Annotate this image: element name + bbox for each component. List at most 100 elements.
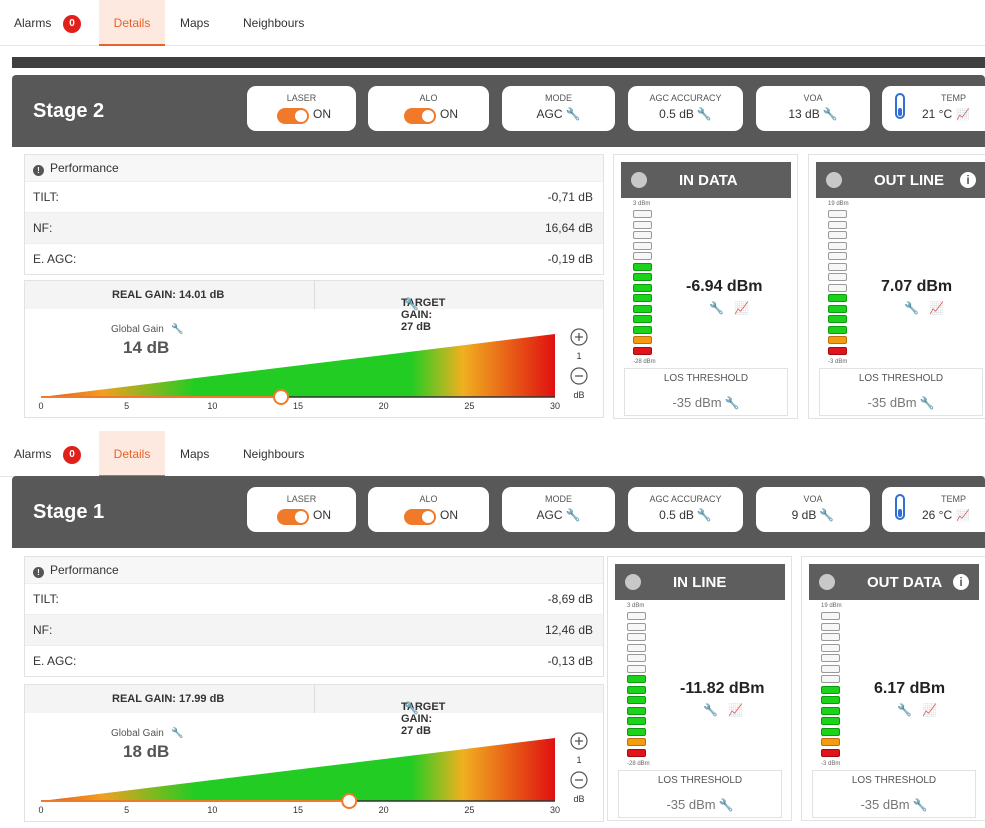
laser-control[interactable]: LASER ON	[247, 86, 356, 131]
tab-maps[interactable]: Maps	[180, 0, 209, 46]
voa-control[interactable]: VOA 13 dB 🔧	[756, 86, 870, 131]
tab-details[interactable]: Details	[99, 0, 165, 46]
meter-header: OUT LINE i	[816, 162, 985, 198]
performance-title: Performance	[50, 563, 119, 577]
los-threshold[interactable]: LOS THRESHOLD -35 dBm 🔧	[618, 770, 782, 818]
alo-control[interactable]: ALO ON	[368, 487, 489, 532]
gain-slider-graphic[interactable]: 0 5 10 15 20 25 30 Global Gain 🔧18 dB 1 dB	[25, 713, 603, 821]
wrench-icon[interactable]: 🔧	[823, 107, 838, 121]
trend-chart-icon[interactable]: 📈	[922, 703, 937, 717]
wrench-icon[interactable]: 🔧	[566, 508, 581, 522]
laser-toggle[interactable]	[277, 509, 309, 525]
temp-control[interactable]: TEMP 26 °C 📈	[882, 487, 985, 532]
level-segment	[821, 717, 840, 725]
trend-chart-icon[interactable]: 📈	[956, 509, 970, 522]
mode-control[interactable]: MODE AGC 🔧	[502, 487, 615, 532]
agc-accuracy-control[interactable]: AGC ACCURACY 0.5 dB 🔧	[628, 86, 743, 131]
tab-neighbours[interactable]: Neighbours	[243, 431, 304, 477]
wrench-icon[interactable]: 🔧	[719, 798, 734, 812]
los-threshold[interactable]: LOS THRESHOLD -35 dBm 🔧	[624, 368, 788, 416]
wrench-icon[interactable]: 🔧	[709, 301, 724, 315]
level-segment	[633, 336, 652, 344]
thermometer-icon	[895, 494, 905, 520]
info-icon[interactable]: i	[953, 574, 969, 590]
level-segment	[627, 654, 646, 662]
wrench-icon[interactable]: 🔧	[819, 508, 834, 522]
stage-title: Stage 1	[33, 501, 105, 523]
meter-top-tick: 3 dBm	[633, 201, 651, 207]
wrench-icon[interactable]: 🔧	[913, 798, 928, 812]
gain-decrease-button[interactable]	[570, 367, 588, 385]
level-segment	[828, 283, 847, 292]
tab-alarms[interactable]: Alarms	[14, 431, 51, 477]
tab-alarms-label: Alarms	[14, 447, 52, 461]
level-segment	[821, 685, 840, 694]
gain-slider-handle[interactable]	[273, 389, 290, 405]
los-threshold-value: -35 dBm	[860, 797, 910, 812]
gain-increase-button[interactable]	[570, 328, 588, 346]
trend-chart-icon[interactable]: 📈	[728, 703, 743, 717]
thermometer-icon	[895, 93, 905, 119]
power-meter: IN LINE 3 dBm -28 dBm -11.82 dBm 🔧 📈 LOS…	[607, 556, 792, 821]
laser-control[interactable]: LASER ON	[247, 487, 356, 532]
tab-alarms[interactable]: Alarms	[14, 0, 51, 46]
wrench-icon[interactable]: 🔧	[566, 107, 581, 121]
gain-increase-button[interactable]	[570, 732, 588, 750]
performance-row-label: TILT:	[33, 592, 59, 606]
stage-header: Stage 1 LASER ON ALO ON MODE AGC 🔧 AGC AC…	[12, 476, 985, 548]
gain-tick-label: 30	[550, 805, 560, 815]
level-segment	[821, 696, 840, 704]
wrench-icon[interactable]: 🔧	[697, 508, 712, 522]
wrench-icon[interactable]: 🔧	[897, 703, 912, 717]
meter-title: OUT LINE	[874, 172, 944, 189]
power-reading: -6.94 dBm	[686, 278, 763, 295]
alarm-count-badge: 0	[63, 15, 81, 33]
mode-label: MODE	[545, 93, 572, 103]
wrench-icon[interactable]: 🔧	[920, 396, 935, 410]
trend-chart-icon[interactable]: 📈	[929, 301, 944, 315]
wrench-icon[interactable]: 🔧	[703, 703, 718, 717]
voa-control[interactable]: VOA 9 dB 🔧	[756, 487, 870, 532]
temp-value: 26 °C	[922, 508, 953, 522]
gain-tick-label: 20	[379, 401, 389, 411]
real-gain: REAL GAIN: 14.01 dB	[112, 289, 225, 301]
wrench-icon[interactable]: 🔧	[697, 107, 712, 121]
alo-toggle[interactable]	[404, 509, 436, 525]
tab-neighbours[interactable]: Neighbours	[243, 0, 304, 46]
power-reading: -11.82 dBm	[680, 680, 765, 697]
agc-accuracy-control[interactable]: AGC ACCURACY 0.5 dB 🔧	[628, 487, 743, 532]
trend-chart-icon[interactable]: 📈	[956, 108, 970, 121]
meter-bottom-tick: -3 dBm	[821, 761, 841, 767]
performance-row: NF: 16,64 dB	[25, 212, 603, 243]
gain-decrease-button[interactable]	[570, 771, 588, 789]
wrench-icon[interactable]: 🔧	[904, 301, 919, 315]
info-icon[interactable]: i	[960, 172, 976, 188]
agc-accuracy-label: AGC ACCURACY	[649, 93, 722, 103]
real-gain: REAL GAIN: 17.99 dB	[112, 693, 225, 705]
wrench-icon[interactable]: 🔧	[171, 322, 183, 335]
performance-title: Performance	[50, 161, 119, 175]
laser-toggle[interactable]	[277, 108, 309, 124]
gain-header: REAL GAIN: 14.01 dB TARGET GAIN: 27 dB 🔧	[25, 281, 603, 333]
wrench-icon[interactable]: 🔧	[725, 396, 740, 410]
gain-slider-handle[interactable]	[341, 793, 358, 809]
trend-chart-icon[interactable]: 📈	[734, 301, 749, 315]
gain-unit: dB	[573, 794, 584, 804]
status-led-icon	[625, 574, 641, 590]
gain-slider-graphic[interactable]: 0 5 10 15 20 25 30 Global Gain 🔧14 dB 1 dB	[25, 309, 603, 417]
los-threshold[interactable]: LOS THRESHOLD -35 dBm 🔧	[819, 368, 983, 416]
level-segment	[633, 231, 652, 239]
gain-tick-label: 15	[293, 401, 303, 411]
level-segment	[828, 304, 847, 313]
temp-control[interactable]: TEMP 21 °C 📈	[882, 86, 985, 131]
los-threshold-label: LOS THRESHOLD	[657, 775, 743, 786]
alo-control[interactable]: ALO ON	[368, 86, 489, 131]
tab-details[interactable]: Details	[99, 431, 165, 477]
tab-maps[interactable]: Maps	[180, 431, 209, 477]
agc-accuracy-value: 0.5 dB	[659, 107, 694, 121]
los-threshold-label: LOS THRESHOLD	[851, 775, 937, 786]
wrench-icon[interactable]: 🔧	[171, 726, 183, 739]
los-threshold[interactable]: LOS THRESHOLD -35 dBm 🔧	[812, 770, 976, 818]
mode-control[interactable]: MODE AGC 🔧	[502, 86, 615, 131]
alo-toggle[interactable]	[404, 108, 436, 124]
